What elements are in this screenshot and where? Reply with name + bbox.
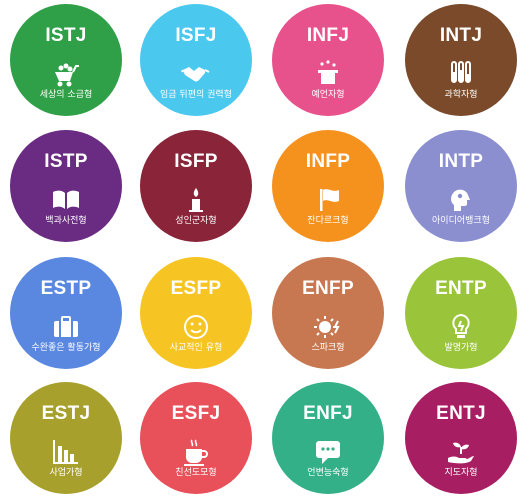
type-nickname: 언변능숙형 xyxy=(307,468,349,478)
handshake-icon xyxy=(181,67,210,82)
type-code: ESTP xyxy=(40,278,92,299)
sun-spark-icon xyxy=(314,316,340,338)
magic-hat-icon xyxy=(318,60,338,84)
type-nickname: 성인군자형 xyxy=(175,216,217,226)
type-code: ENTP xyxy=(435,278,487,299)
type-circle-esfj[interactable]: ESFJ 친선도모형 xyxy=(140,382,252,494)
type-circle-istj[interactable]: ISTJ 세상의 소금형 xyxy=(10,4,122,116)
type-code: INTJ xyxy=(439,25,483,46)
type-circle-infp[interactable]: INFP 잔다르크형 xyxy=(272,130,384,242)
plant-hand-icon xyxy=(448,442,474,464)
type-nickname: 임금 뒤편의 권력형 xyxy=(160,90,232,100)
type-code: ISTP xyxy=(44,151,88,172)
type-code: ESFJ xyxy=(171,403,221,424)
flag-icon xyxy=(320,189,339,211)
type-code: INFP xyxy=(305,151,351,172)
lightbulb-icon xyxy=(452,313,470,338)
type-nickname: 잔다르크형 xyxy=(307,216,349,226)
type-code: ISTJ xyxy=(45,25,87,46)
type-nickname: 백과사전형 xyxy=(45,216,87,226)
bar-chart-icon xyxy=(53,440,78,464)
type-circle-istp[interactable]: ISTP 백과사전형 xyxy=(10,130,122,242)
type-nickname: 친선도모형 xyxy=(175,468,217,478)
type-nickname: 지도자형 xyxy=(444,468,478,478)
type-code: ESTJ xyxy=(41,403,91,424)
type-circle-intp[interactable]: INTP 아이디어뱅크형 xyxy=(405,130,517,242)
type-code: INTP xyxy=(438,151,484,172)
smiley-icon xyxy=(184,315,208,339)
type-nickname: 스파크형 xyxy=(311,343,345,353)
suitcase-icon xyxy=(54,316,78,337)
cart-icon xyxy=(55,63,79,87)
type-nickname: 수완좋은 활동가형 xyxy=(31,343,101,353)
type-nickname: 사업가형 xyxy=(49,468,83,478)
test-tubes-icon xyxy=(451,61,471,83)
type-nickname: 예언자형 xyxy=(311,90,345,100)
coffee-cup-icon xyxy=(184,439,208,466)
open-book-icon xyxy=(53,190,79,209)
mbti-type-grid: ISTJ 세상의 소금형 ISFJ 임금 뒤편의 권력형 INFJ 예언자형 INTJ 과학자… xyxy=(0,0,525,500)
speech-bubble-icon xyxy=(316,441,340,464)
type-circle-esfp[interactable]: ESFP 사교적인 유형 xyxy=(140,257,252,369)
type-circle-infj[interactable]: INFJ 예언자형 xyxy=(272,4,384,116)
type-nickname: 과학자형 xyxy=(444,90,478,100)
type-code: ESFP xyxy=(170,278,222,299)
type-circle-entj[interactable]: ENTJ 지도자형 xyxy=(405,382,517,494)
type-code: ISFP xyxy=(174,151,218,172)
type-code: ISFJ xyxy=(175,25,217,46)
type-circle-isfj[interactable]: ISFJ 임금 뒤편의 권력형 xyxy=(140,4,252,116)
type-circle-enfj[interactable]: ENFJ 언변능숙형 xyxy=(272,382,384,494)
idea-head-icon xyxy=(451,189,470,211)
type-circle-entp[interactable]: ENTP 발명가형 xyxy=(405,257,517,369)
type-circle-enfp[interactable]: ENFP 스파크형 xyxy=(272,257,384,369)
type-nickname: 세상의 소금형 xyxy=(39,90,93,100)
candle-icon xyxy=(189,188,203,212)
type-circle-estp[interactable]: ESTP 수완좋은 활동가형 xyxy=(10,257,122,369)
type-circle-estj[interactable]: ESTJ 사업가형 xyxy=(10,382,122,494)
type-circle-intj[interactable]: INTJ 과학자형 xyxy=(405,4,517,116)
type-nickname: 사교적인 유형 xyxy=(169,343,223,353)
type-nickname: 아이디어뱅크형 xyxy=(432,216,490,226)
type-nickname: 발명가형 xyxy=(444,343,478,353)
type-code: INFJ xyxy=(306,25,350,46)
type-code: ENTJ xyxy=(436,403,486,424)
type-circle-isfp[interactable]: ISFP 성인군자형 xyxy=(140,130,252,242)
type-code: ENFJ xyxy=(303,403,353,424)
type-code: ENFP xyxy=(302,278,354,299)
